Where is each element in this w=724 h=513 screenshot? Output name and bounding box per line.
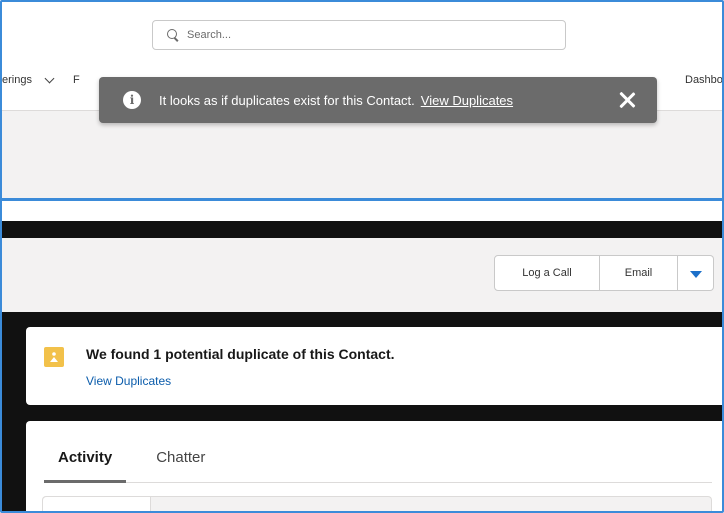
duplicate-alert-card: We found 1 potential duplicate of this C… [26,327,722,405]
toast-message: It looks as if duplicates exist for this… [159,92,415,108]
close-icon[interactable] [617,90,637,110]
email-button[interactable]: Email [600,255,678,291]
record-header-band [2,110,722,198]
global-search[interactable] [152,20,566,50]
duplicate-warning-icon [44,347,64,367]
duplicate-toast: i It looks as if duplicates exist for th… [99,77,657,123]
duplicate-alert-title: We found 1 potential duplicate of this C… [86,346,395,362]
tab-content-left-panel [43,497,151,511]
search-icon [167,29,179,41]
view-duplicates-link[interactable]: View Duplicates [86,374,171,388]
activity-tabs-card: Activity Chatter [26,421,722,511]
tab-content-panel [42,496,712,511]
tab-chatter[interactable]: Chatter [142,449,219,483]
chevron-down-icon[interactable] [44,73,55,83]
chevron-down-icon [689,271,702,278]
app-window: erings F Dashboar Log a Call Email We fo… [0,0,724,513]
nav-bar-left: erings F [2,73,80,86]
record-action-bar: Log a Call Email [2,238,722,312]
log-call-button[interactable]: Log a Call [494,255,600,291]
tab-bar: Activity Chatter [44,449,712,483]
info-icon: i [123,91,141,109]
spacer-band [2,201,722,221]
tab-activity[interactable]: Activity [44,449,127,483]
nav-item-fragment-2[interactable]: F [73,74,80,86]
toast-view-duplicates-link[interactable]: View Duplicates [421,93,513,108]
nav-item-fragment[interactable]: erings [2,74,32,86]
more-actions-button[interactable] [678,255,714,291]
search-input[interactable] [187,29,547,41]
action-button-group: Log a Call Email [494,255,714,291]
nav-item-dashboards[interactable]: Dashboar [685,74,722,86]
